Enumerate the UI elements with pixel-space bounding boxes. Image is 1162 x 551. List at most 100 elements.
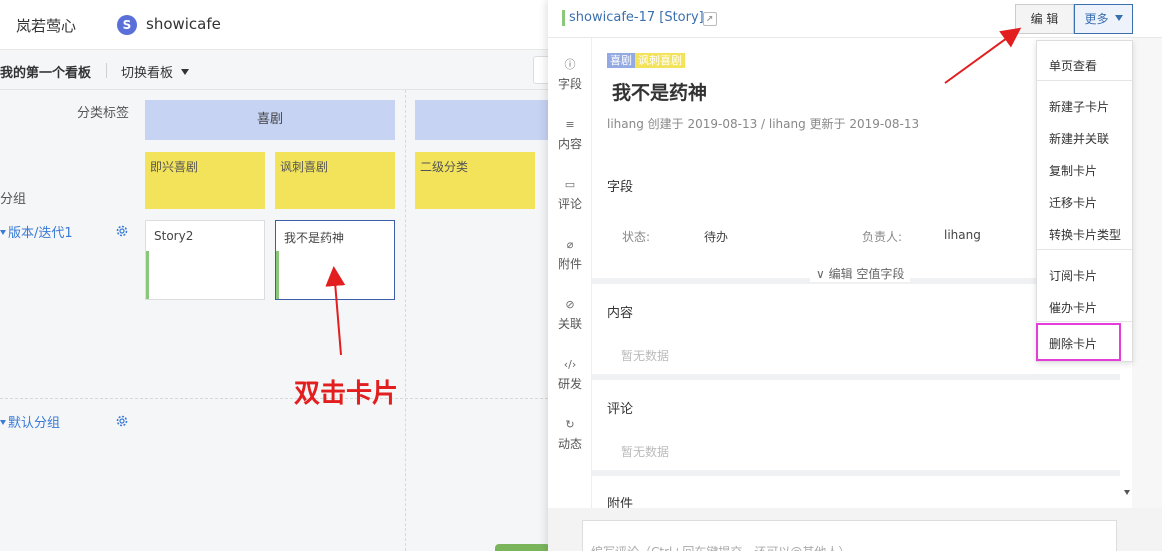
- lane-sub-satire[interactable]: 讽刺喜剧: [275, 152, 395, 209]
- card-accent-bar: [146, 251, 149, 299]
- detail-side-nav: ⓘ 字段 ≡ 内容 ▭ 评论 ⌀ 附件 ⊘ 关联 ‹/› 研发 ↻ 动态: [548, 38, 592, 551]
- nav-label: 评论: [557, 197, 582, 211]
- panel-right-gutter: [1132, 38, 1162, 551]
- link-icon[interactable]: [703, 12, 717, 26]
- project-avatar[interactable]: S: [117, 15, 137, 35]
- section-comments: 评论 暂无数据: [592, 380, 1120, 470]
- lane-sub-improv[interactable]: 即兴喜剧: [145, 152, 265, 209]
- menu-item-delete-card[interactable]: 删除卡片: [1036, 323, 1121, 361]
- menu-item-move-card[interactable]: 迁移卡片: [1037, 184, 1134, 214]
- gear-icon[interactable]: [115, 414, 129, 428]
- lane-category-next[interactable]: [415, 100, 555, 140]
- comment-icon: ▭: [564, 178, 576, 191]
- row-divider: [0, 398, 548, 399]
- menu-item-single-page-view[interactable]: 单页查看: [1037, 47, 1134, 77]
- tag-satire[interactable]: 讽刺喜剧: [635, 53, 685, 68]
- card-title: 我不是药神: [284, 231, 345, 245]
- menu-divider: [1037, 249, 1134, 250]
- content-section-title: 内容: [607, 306, 634, 321]
- code-icon: ‹/›: [563, 358, 577, 371]
- refresh-icon: ↻: [565, 418, 575, 431]
- comments-empty-text: 暂无数据: [621, 445, 670, 459]
- card-type-bar: [562, 10, 565, 26]
- category-header-label: 分类标签: [77, 106, 130, 121]
- fields-section-title: 字段: [607, 180, 634, 195]
- nav-label: 字段: [557, 77, 582, 91]
- panel-header: showicafe-17 [Story] 编 辑 更多: [548, 0, 1162, 38]
- menu-item-remind-card[interactable]: 催办卡片: [1037, 289, 1134, 319]
- nav-label: 关联: [557, 317, 582, 331]
- comment-composer: 编写评论（Ctrl+回车键提交，还可以@其他人）: [548, 508, 1162, 551]
- nav-relations[interactable]: ⊘ 关联: [548, 298, 592, 332]
- card-meta: lihang 创建于 2019-08-13 / lihang 更新于 2019-…: [607, 117, 920, 131]
- row-label-default-group[interactable]: 默认分组: [0, 412, 60, 431]
- card-title: Story2: [154, 229, 194, 243]
- project-name[interactable]: showicafe: [146, 15, 221, 33]
- status-label: 状态:: [622, 230, 651, 244]
- nav-activity[interactable]: ↻ 动态: [548, 418, 592, 452]
- switch-board-dropdown[interactable]: 切换看板: [121, 62, 190, 81]
- list-icon: ≡: [565, 118, 575, 131]
- nav-label: 动态: [557, 437, 582, 451]
- annotation-double-click: 双击卡片: [294, 379, 399, 409]
- tag-list: 喜剧 讽刺喜剧: [607, 53, 685, 68]
- board-toolbar: 我的第一个看板 切换看板: [0, 50, 553, 90]
- group-header-label: 分组: [0, 192, 27, 207]
- card-id-title[interactable]: showicafe-17 [Story]: [569, 10, 704, 25]
- gear-icon[interactable]: [115, 224, 129, 238]
- attachments-section-title: 附件: [607, 497, 634, 508]
- paperclip-icon: ⌀: [566, 238, 574, 251]
- lane-category-comedy[interactable]: 喜剧: [145, 100, 395, 140]
- switch-board-label: 切换看板: [121, 66, 174, 81]
- more-button-label: 更多: [1084, 12, 1109, 26]
- menu-item-copy-card[interactable]: 复制卡片: [1037, 152, 1134, 182]
- collapse-caret-icon: [0, 420, 6, 425]
- comments-section-title: 评论: [607, 402, 634, 417]
- menu-item-new-and-link[interactable]: 新建并关联: [1037, 120, 1134, 150]
- nav-label: 附件: [557, 257, 582, 271]
- story-card-selected[interactable]: 我不是药神: [275, 220, 395, 300]
- chevron-down-icon: [181, 69, 190, 75]
- owner-label: 负责人:: [862, 230, 903, 244]
- card-title[interactable]: 我不是药神: [612, 78, 707, 105]
- menu-item-new-subcard[interactable]: 新建子卡片: [1037, 88, 1134, 118]
- scroll-down-arrow-icon[interactable]: [1124, 490, 1130, 495]
- owner-value[interactable]: lihang: [944, 228, 981, 242]
- top-bar: 岚若莺心 S showicafe: [0, 0, 548, 50]
- more-button[interactable]: 更多: [1074, 4, 1133, 34]
- edit-empty-fields-toggle[interactable]: ∨ 编辑 空值字段: [810, 265, 911, 282]
- row-label-text: 默认分组: [8, 416, 61, 431]
- menu-divider: [1037, 321, 1134, 322]
- brand-name[interactable]: 岚若莺心: [16, 15, 76, 36]
- link-icon: ⊘: [565, 298, 575, 311]
- lane-divider: [405, 90, 406, 551]
- floating-button-edge[interactable]: [495, 544, 550, 551]
- collapse-caret-icon: [0, 230, 6, 235]
- menu-item-convert-card-type[interactable]: 转换卡片类型: [1037, 216, 1134, 246]
- nav-label: 研发: [557, 377, 582, 391]
- info-icon: ⓘ: [564, 58, 576, 71]
- nav-fields[interactable]: ⓘ 字段: [548, 58, 592, 92]
- row-label-iteration[interactable]: 版本/迭代1: [0, 222, 73, 241]
- toolbar-divider: [106, 63, 107, 78]
- nav-comments[interactable]: ▭ 评论: [548, 178, 592, 212]
- more-actions-menu: 单页查看 新建子卡片 新建并关联 复制卡片 迁移卡片 转换卡片类型 订阅卡片 催…: [1036, 40, 1134, 362]
- tag-comedy[interactable]: 喜剧: [607, 53, 635, 68]
- story-card[interactable]: Story2: [145, 220, 265, 300]
- section-attachments: 附件: [592, 476, 1120, 508]
- nav-attachments[interactable]: ⌀ 附件: [548, 238, 592, 272]
- nav-content[interactable]: ≡ 内容: [548, 118, 592, 152]
- edit-button[interactable]: 编 辑: [1015, 4, 1074, 34]
- row-label-text: 版本/迭代1: [8, 226, 73, 241]
- menu-item-subscribe-card[interactable]: 订阅卡片: [1037, 257, 1134, 287]
- menu-divider: [1037, 80, 1134, 81]
- lane-sub-secondary[interactable]: 二级分类: [415, 152, 535, 209]
- nav-development[interactable]: ‹/› 研发: [548, 358, 592, 392]
- comment-input[interactable]: 编写评论（Ctrl+回车键提交，还可以@其他人）: [582, 520, 1117, 551]
- content-empty-text: 暂无数据: [621, 349, 670, 363]
- nav-label: 内容: [557, 137, 582, 151]
- status-value[interactable]: 待办: [704, 228, 728, 245]
- kanban-board: 分类标签 分组 喜剧 即兴喜剧 讽刺喜剧 二级分类 版本/迭代1 默认分组 St…: [0, 90, 555, 551]
- chevron-down-icon: [1114, 15, 1123, 21]
- board-name: 我的第一个看板: [0, 66, 92, 81]
